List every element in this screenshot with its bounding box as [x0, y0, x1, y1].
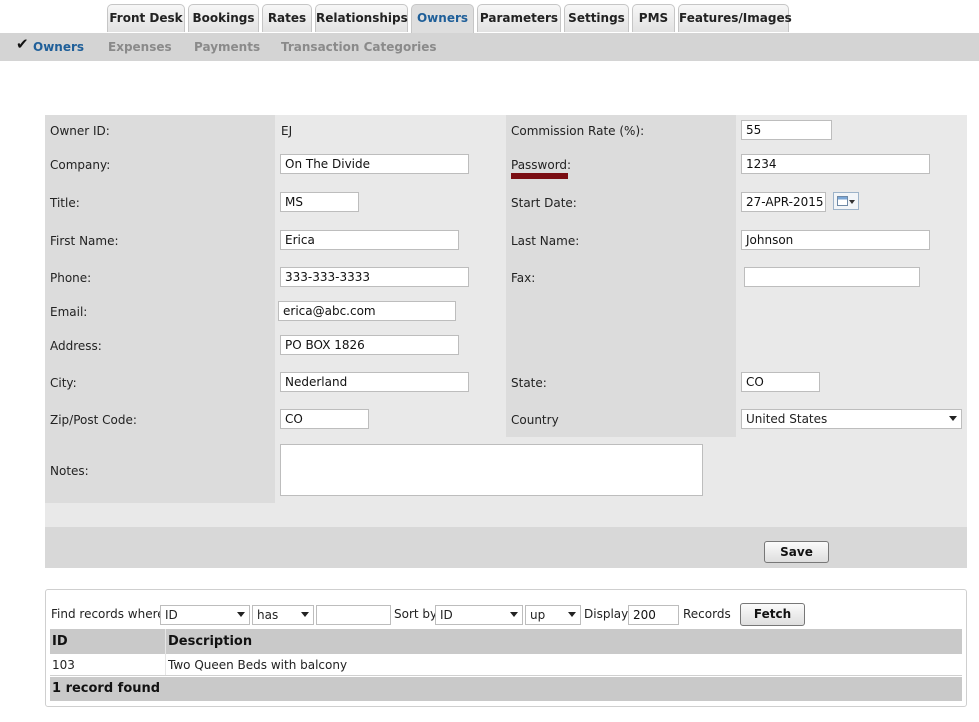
tab-pms[interactable]: PMS	[632, 4, 675, 32]
tab-front-desk[interactable]: Front Desk	[107, 4, 185, 32]
chevron-down-icon	[568, 612, 576, 617]
email-field[interactable]: erica@abc.com	[278, 301, 456, 321]
tab-parameters[interactable]: Parameters	[477, 4, 561, 32]
fetch-button[interactable]: Fetch	[740, 603, 805, 626]
find-operator-value: has	[257, 608, 279, 622]
find-records-label: Find records where	[51, 607, 165, 621]
sub-navigation: ✔ Owners Expenses Payments Transaction C…	[0, 33, 979, 61]
commission-rate-field[interactable]: 55	[741, 120, 832, 140]
password-strength-bar	[511, 173, 568, 179]
row-id-cell: 103	[52, 658, 75, 672]
checkmark-icon: ✔	[16, 35, 29, 53]
column-header-id[interactable]: ID	[52, 634, 68, 649]
tab-settings[interactable]: Settings	[564, 4, 629, 32]
title-field[interactable]: MS	[280, 192, 359, 212]
country-select-value: United States	[746, 412, 828, 426]
start-date-field[interactable]: 27-APR-2015	[741, 192, 826, 212]
table-row[interactable]: 103 Two Queen Beds with balcony	[50, 655, 962, 676]
display-label: Display	[584, 607, 629, 621]
state-label: State:	[511, 376, 547, 390]
owner-form: Owner ID: EJ Company: On The Divide Titl…	[45, 115, 967, 568]
row-description-cell: Two Queen Beds with balcony	[168, 658, 348, 672]
company-field[interactable]: On The Divide	[280, 154, 469, 174]
find-records-panel: Find records where ID has Sort by ID up …	[45, 589, 967, 707]
sort-field-value: ID	[440, 608, 453, 622]
sort-by-label: Sort by	[394, 607, 438, 621]
subnav-transaction-categories[interactable]: Transaction Categories	[281, 40, 437, 54]
calendar-icon[interactable]	[833, 192, 859, 210]
tab-owners[interactable]: Owners	[411, 4, 474, 33]
phone-field[interactable]: 333-333-3333	[280, 267, 469, 287]
subnav-owners[interactable]: Owners	[33, 40, 84, 54]
commission-rate-label: Commission Rate (%):	[511, 124, 645, 138]
zip-field[interactable]: CO	[280, 409, 369, 429]
subnav-payments[interactable]: Payments	[194, 40, 260, 54]
title-label: Title:	[50, 196, 80, 210]
sort-field-select[interactable]: ID	[435, 605, 523, 625]
address-label: Address:	[50, 339, 102, 353]
save-button[interactable]: Save	[764, 541, 829, 563]
find-field-select[interactable]: ID	[160, 605, 250, 625]
last-name-field[interactable]: Johnson	[741, 230, 930, 250]
last-name-label: Last Name:	[511, 234, 580, 248]
owner-id-label: Owner ID:	[50, 124, 110, 138]
state-field[interactable]: CO	[741, 372, 820, 392]
grid-header: ID Description	[50, 629, 962, 654]
display-count-input[interactable]: 200	[628, 605, 679, 625]
password-field[interactable]: 1234	[741, 154, 930, 174]
country-label: Country	[511, 413, 559, 427]
find-operator-select[interactable]: has	[252, 605, 314, 625]
tab-rates[interactable]: Rates	[262, 4, 312, 32]
password-label: Password:	[511, 158, 572, 172]
sort-direction-value: up	[530, 608, 546, 622]
find-value-input[interactable]	[316, 605, 391, 625]
notes-label: Notes:	[50, 464, 89, 478]
first-name-label: First Name:	[50, 234, 119, 248]
zip-label: Zip/Post Code:	[50, 413, 137, 427]
tab-features-images[interactable]: Features/Images	[678, 4, 792, 32]
city-label: City:	[50, 376, 77, 390]
sort-direction-select[interactable]: up	[525, 605, 581, 625]
record-count: 1 record found	[52, 681, 161, 696]
find-field-value: ID	[165, 608, 178, 622]
subnav-expenses[interactable]: Expenses	[108, 40, 172, 54]
save-bar: Save	[45, 527, 967, 568]
chevron-down-icon	[510, 612, 518, 617]
first-name-field[interactable]: Erica	[280, 230, 459, 250]
column-header-description[interactable]: Description	[168, 634, 252, 649]
city-field[interactable]: Nederland	[280, 372, 469, 392]
email-label: Email:	[50, 305, 88, 319]
column-divider	[165, 629, 166, 675]
fax-field[interactable]	[744, 267, 920, 287]
owner-id-value: EJ	[281, 124, 293, 138]
records-label: Records	[683, 607, 731, 621]
chevron-down-icon	[237, 612, 245, 617]
address-field[interactable]: PO BOX 1826	[280, 335, 459, 355]
fax-label: Fax:	[511, 271, 536, 285]
start-date-label: Start Date:	[511, 196, 577, 210]
main-tab-bar: Front Desk Bookings Rates Relationships …	[0, 0, 979, 33]
phone-label: Phone:	[50, 271, 92, 285]
company-label: Company:	[50, 158, 111, 172]
country-select[interactable]: United States	[741, 409, 962, 429]
grid-footer: 1 record found	[50, 677, 962, 701]
tab-bookings[interactable]: Bookings	[188, 4, 259, 32]
chevron-down-icon	[949, 416, 957, 421]
tab-relationships[interactable]: Relationships	[315, 4, 408, 32]
chevron-down-icon	[301, 612, 309, 617]
notes-field[interactable]	[280, 444, 703, 496]
